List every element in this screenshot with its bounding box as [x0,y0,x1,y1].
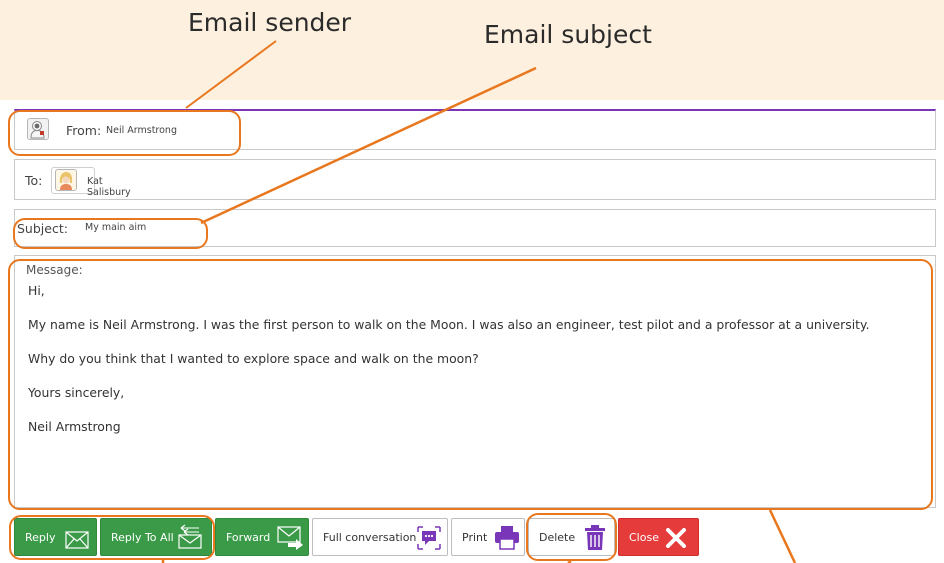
forward-label: Forward [226,530,271,544]
astronaut-avatar-icon [27,118,49,140]
delete-button[interactable]: Delete [528,518,615,556]
close-button[interactable]: Close [618,518,699,556]
full-conversation-button[interactable]: Full conversation [312,518,448,556]
message-signature: Neil Armstrong [28,419,121,434]
to-label: To: [25,173,43,188]
subject-label: Subject: [17,221,68,236]
user-avatar-icon [55,169,77,191]
envelope-icon [65,531,89,549]
reply-all-button[interactable]: Reply To All [100,518,212,556]
to-value: Kat Salisbury [87,176,131,198]
message-body: Hi, My name is Neil Armstrong. I was the… [28,282,923,452]
message-closing: Yours sincerely, [28,385,125,400]
envelope-reply-all-icon [178,524,202,549]
message-paragraph: Why do you think that I wanted to explor… [28,351,479,366]
message-pointer-line [768,509,797,563]
speech-bubble-icon [417,526,441,550]
subject-row: Subject: My main aim [14,209,936,247]
from-row: From: Neil Armstrong [14,109,936,150]
reply-all-label: Reply To All [111,530,174,544]
message-area: Message: Hi, My name is Neil Armstrong. … [14,255,936,508]
from-value: Neil Armstrong [106,125,177,136]
annotation-banner [0,0,944,100]
to-row: To: Kat Salisbury [14,159,936,200]
print-label: Print [462,530,488,544]
envelope-forward-icon [277,526,303,550]
email-subject-callout: Email subject [484,20,652,49]
full-conversation-label: Full conversation [323,530,417,544]
reply-button[interactable]: Reply [14,518,97,556]
from-label: From: [66,123,102,138]
close-x-icon [666,528,686,548]
printer-icon [495,526,519,550]
close-label: Close [629,530,659,544]
print-button[interactable]: Print [451,518,525,556]
reply-label: Reply [25,530,56,544]
delete-label: Delete [539,530,576,544]
subject-value: My main aim [85,222,147,233]
trash-icon [585,525,605,550]
forward-button[interactable]: Forward [215,518,309,556]
message-greeting: Hi, [28,283,45,298]
email-sender-callout: Email sender [188,8,352,37]
message-paragraph: My name is Neil Armstrong. I was the fir… [28,317,870,332]
message-label: Message: [26,263,83,277]
